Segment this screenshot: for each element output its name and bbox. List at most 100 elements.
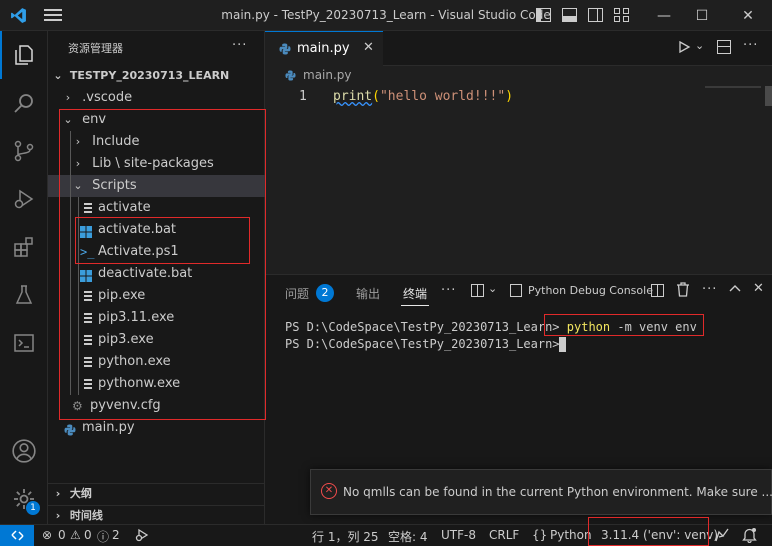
cursor-position[interactable]: 行 1，列 25 <box>312 528 379 545</box>
breadcrumb[interactable]: main.py <box>303 68 352 82</box>
maximize-panel-icon[interactable] <box>728 282 742 300</box>
editor-area[interactable]: main.py 1 print("hello world!!!") <box>265 66 772 274</box>
tree-item-vscode[interactable]: › .vscode <box>48 87 265 109</box>
accounts-icon[interactable] <box>0 427 48 475</box>
manage-gear-icon[interactable]: 1 <box>0 475 48 523</box>
toggle-panel-icon[interactable] <box>562 8 577 22</box>
tree-item-main-py[interactable]: main.py <box>48 417 265 439</box>
powershell-icon: >_ <box>80 245 95 259</box>
python-file-icon <box>285 70 296 81</box>
path-separator: \ <box>115 156 120 171</box>
split-editor-icon[interactable] <box>717 40 731 54</box>
tree-item-pip-exe[interactable]: pip.exe <box>48 285 265 307</box>
explorer-icon[interactable] <box>0 31 48 79</box>
problems-count-badge: 2 <box>316 284 334 302</box>
remote-indicator[interactable] <box>0 525 34 546</box>
language-mode[interactable]: Python <box>550 528 592 542</box>
terminal-more-button[interactable]: ··· <box>702 282 717 297</box>
outline-section[interactable]: › 大纲 <box>48 483 265 505</box>
tree-item-pip311-exe[interactable]: pip3.11.exe <box>48 307 265 329</box>
warning-count-icon: ⚠ <box>70 528 81 542</box>
python-file-icon <box>279 43 291 55</box>
settings-badge: 1 <box>26 501 40 515</box>
tree-item-lib[interactable]: › Lib \ site-packages <box>48 153 265 175</box>
chevron-right-icon: › <box>75 157 81 170</box>
customize-layout-icon[interactable] <box>614 8 629 22</box>
run-python-file-icon[interactable] <box>677 40 691 58</box>
minimize-button[interactable]: — <box>646 0 682 31</box>
close-button[interactable]: ✕ <box>730 0 766 31</box>
tab-label: main.py <box>297 41 350 56</box>
terminal-line: PS D:\CodeSpace\TestPy_20230713_Learn> p… <box>285 320 697 334</box>
debug-launch-icon[interactable] <box>134 527 150 546</box>
toggle-secondary-sidebar-icon[interactable] <box>588 8 603 22</box>
tree-item-deactivate-bat[interactable]: deactivate.bat <box>48 263 265 285</box>
notification-toast[interactable]: ✕ No qmlls can be found in the current P… <box>310 469 772 515</box>
chevron-right-icon: › <box>55 487 61 500</box>
error-count[interactable]: 0 <box>58 528 66 542</box>
tree-item-label: Lib <box>92 156 112 171</box>
windows-file-icon <box>80 224 92 238</box>
windows-file-icon <box>80 268 92 282</box>
close-tab-icon[interactable]: ✕ <box>363 40 374 55</box>
bottom-panel: 问题 2 输出 终端 ··· ⌄ Python Debug Console ··… <box>265 274 772 524</box>
editor-tab-bar: main.py ✕ ⌄ ··· <box>265 31 772 66</box>
encoding[interactable]: UTF-8 <box>441 528 476 542</box>
extensions-icon[interactable] <box>0 223 48 271</box>
tree-item-activate-bat[interactable]: activate.bat <box>48 219 265 241</box>
python-interpreter[interactable]: 3.11.4 ('env': venv) <box>601 528 718 542</box>
run-debug-icon[interactable] <box>0 175 48 223</box>
workspace-root[interactable]: ⌄ TESTPY_20230713_LEARN <box>48 65 265 87</box>
tree-item-env[interactable]: ⌄ env <box>48 109 265 131</box>
tree-item-label: Activate.ps1 <box>98 244 179 259</box>
editor-more-button[interactable]: ··· <box>743 38 758 53</box>
split-panel-icon[interactable] <box>651 284 664 297</box>
info-count[interactable]: 2 <box>112 528 120 542</box>
file-lines-icon <box>84 356 92 367</box>
tab-terminal[interactable]: 终端 <box>403 285 427 302</box>
debug-console-label[interactable]: Python Debug Console <box>528 284 653 297</box>
maximize-button[interactable]: ☐ <box>684 0 720 31</box>
chevron-right-icon: › <box>65 91 71 104</box>
notifications-bell-icon[interactable] <box>742 527 757 546</box>
warning-count[interactable]: 0 <box>84 528 92 542</box>
tree-item-python-exe[interactable]: python.exe <box>48 351 265 373</box>
explorer-more-button[interactable]: ··· <box>232 38 247 53</box>
debug-console-terminal-icon <box>510 284 522 297</box>
tree-item-activate-ps1[interactable]: >_ Activate.ps1 <box>48 241 265 263</box>
terminal-args: -m venv env <box>610 320 697 334</box>
tree-item-label: pythonw.exe <box>98 376 181 391</box>
split-terminal-icon[interactable] <box>471 284 484 297</box>
toggle-sidebar-icon[interactable] <box>536 8 551 22</box>
close-panel-icon[interactable]: ✕ <box>753 281 764 296</box>
tab-problems[interactable]: 问题 <box>285 285 309 302</box>
tree-item-label: env <box>82 112 107 127</box>
terminal-icon[interactable] <box>0 319 48 367</box>
chevron-down-icon: ⌄ <box>73 179 83 192</box>
indentation[interactable]: 空格: 4 <box>388 528 428 545</box>
source-control-icon[interactable] <box>0 127 48 175</box>
tree-item-include[interactable]: › Include <box>48 131 265 153</box>
workspace-root-label: TESTPY_20230713_LEARN <box>69 69 230 82</box>
tree-item-activate[interactable]: activate <box>48 197 265 219</box>
tab-main-py[interactable]: main.py ✕ <box>265 31 383 66</box>
panel-more-button[interactable]: ··· <box>441 283 456 298</box>
tree-item-scripts[interactable]: ⌄ Scripts <box>48 175 265 197</box>
line-ending[interactable]: CRLF <box>489 528 519 542</box>
tree-item-pip3-exe[interactable]: pip3.exe <box>48 329 265 351</box>
trash-icon[interactable] <box>676 282 690 301</box>
tree-item-pythonw-exe[interactable]: pythonw.exe <box>48 373 265 395</box>
run-options-chevron-icon[interactable]: ⌄ <box>695 39 704 52</box>
code-line[interactable]: print("hello world!!!") <box>333 89 513 104</box>
tree-item-label: pyvenv.cfg <box>90 398 161 413</box>
copilot-icon[interactable] <box>714 527 730 546</box>
testing-icon[interactable] <box>0 271 48 319</box>
notification-message: No qmlls can be found in the current Pyt… <box>343 485 772 499</box>
tree-item-pyvenv-cfg[interactable]: ⚙ pyvenv.cfg <box>48 395 265 417</box>
code-function: print <box>333 89 373 104</box>
terminal-options-chevron-icon[interactable]: ⌄ <box>488 282 497 295</box>
terminal-line: PS D:\CodeSpace\TestPy_20230713_Learn> <box>285 337 560 351</box>
search-icon[interactable] <box>0 79 48 127</box>
scrollbar-slider[interactable] <box>765 86 772 106</box>
tab-output[interactable]: 输出 <box>356 285 380 302</box>
